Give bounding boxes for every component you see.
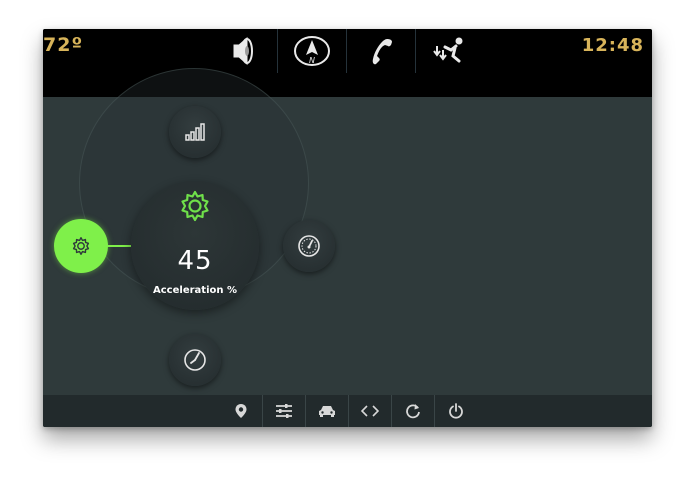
climate-button[interactable]: [415, 29, 483, 73]
sliders-icon: [276, 404, 292, 418]
acceleration-mode-node[interactable]: [54, 219, 108, 273]
code-arrows-icon: [361, 405, 379, 417]
car-infotainment-screen: 72º 12:48 N 45 Acceleration %: [43, 29, 652, 427]
temperature-readout: 72º: [43, 34, 84, 56]
climate-icon: [433, 37, 463, 63]
vehicle-button[interactable]: [306, 395, 348, 427]
location-pin-icon: [235, 404, 247, 418]
active-node-connector: [107, 245, 131, 247]
phone-icon: [372, 39, 392, 65]
refresh-button[interactable]: [392, 395, 434, 427]
location-button[interactable]: [220, 395, 262, 427]
gear-icon: [72, 237, 90, 255]
signal-strength-node[interactable]: [169, 106, 221, 158]
navigation-button[interactable]: N: [278, 29, 346, 73]
car-icon: [319, 406, 335, 417]
clock-icon: [184, 349, 206, 371]
power-button[interactable]: [435, 395, 477, 427]
gear-icon: [178, 189, 212, 223]
signal-bars-icon: [185, 123, 205, 141]
power-icon: [449, 403, 463, 419]
code-button[interactable]: [349, 395, 391, 427]
speedometer-icon: [298, 235, 320, 257]
compass-icon: N: [294, 36, 330, 66]
acceleration-label: Acceleration %: [153, 285, 237, 296]
audio-button[interactable]: [209, 29, 277, 73]
clock-readout: 12:48: [581, 35, 644, 56]
timer-node[interactable]: [169, 334, 221, 386]
compass-north-label: N: [309, 56, 315, 65]
settings-sliders-button[interactable]: [263, 395, 305, 427]
phone-button[interactable]: [347, 29, 415, 73]
refresh-icon: [406, 404, 420, 419]
speaker-icon: [233, 36, 253, 66]
bottom-nav-bar: [43, 395, 652, 427]
acceleration-value: 45: [177, 246, 213, 276]
speedometer-node[interactable]: [283, 220, 335, 272]
